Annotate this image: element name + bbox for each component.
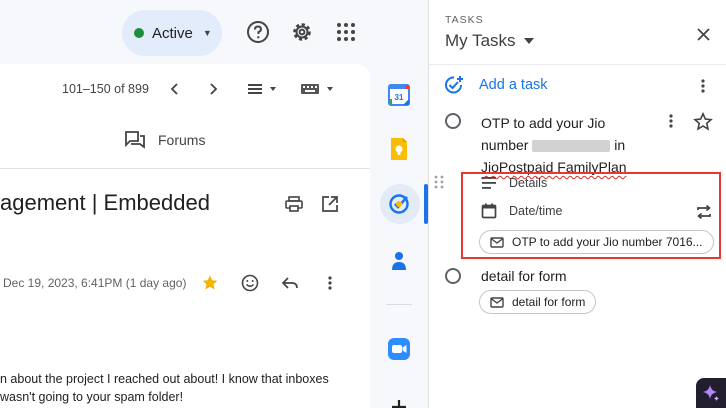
tasks-icon (389, 194, 409, 214)
task-title[interactable]: OTP to add your Jio number in JioPostpai… (481, 112, 659, 178)
more-vert-icon (701, 79, 705, 93)
task-title-text: number (481, 137, 529, 153)
calendar-day-number: 31 (395, 93, 404, 102)
add-task-icon (445, 76, 463, 94)
star-button[interactable] (199, 272, 221, 294)
keyboard-icon (301, 84, 333, 94)
chevron-right-icon (210, 83, 218, 95)
tasks-section-label: TASKS (445, 14, 484, 26)
get-addons-button[interactable] (386, 394, 412, 408)
next-page-button[interactable] (202, 78, 224, 100)
sparkle-icon (703, 385, 719, 401)
chevron-down-icon: ▼ (202, 28, 212, 38)
apps-launcher-button[interactable] (332, 18, 360, 46)
task-options-button[interactable] (663, 112, 679, 130)
close-icon (696, 27, 710, 41)
zoom-app-button[interactable] (386, 336, 412, 362)
input-tools-button[interactable] (298, 78, 338, 100)
task-list-name: My Tasks (445, 31, 516, 50)
support-button[interactable] (244, 18, 272, 46)
more-vert-icon (328, 276, 332, 290)
tasks-app-button[interactable] (386, 191, 412, 217)
task-email-link-chip[interactable]: detail for form (479, 290, 597, 314)
highlight-annotation-box (461, 172, 721, 259)
star-filled-icon (202, 275, 218, 290)
density-button[interactable] (244, 78, 282, 100)
task-title-line: OTP to add your Jio (481, 115, 606, 131)
redacted-number (532, 140, 611, 153)
emoji-reaction-button[interactable] (239, 272, 261, 294)
more-options-button[interactable] (319, 272, 341, 294)
apps-grid-icon (337, 23, 355, 41)
calendar-icon: 31 (388, 84, 410, 106)
mail-icon (490, 296, 504, 308)
side-apps-divider (386, 304, 412, 305)
tab-forums-label: Forums (158, 132, 206, 148)
add-task-button[interactable]: Add a task (443, 74, 548, 96)
task-email-link-label: detail for form (512, 295, 586, 309)
help-icon (247, 21, 269, 43)
keep-app-button[interactable] (386, 136, 412, 162)
contacts-icon (392, 252, 406, 270)
task-title-line-2: number in (481, 134, 659, 156)
pager-text: 101–150 of 899 (62, 82, 149, 96)
status-label: Active (152, 24, 193, 42)
print-icon (285, 196, 303, 212)
star-outline-icon (693, 111, 713, 131)
email-body-line: wasn't going to your spam folder! (0, 390, 184, 404)
zoom-icon (388, 338, 410, 360)
email-body: n about the project I reached out about!… (0, 370, 370, 406)
reply-button[interactable] (279, 272, 301, 294)
prev-page-button[interactable] (164, 78, 186, 100)
tasks-header-divider (429, 64, 726, 65)
gemini-button[interactable] (696, 378, 726, 408)
calendar-app-button[interactable]: 31 (386, 82, 412, 108)
settings-button[interactable] (288, 18, 316, 46)
list-options-button[interactable] (695, 76, 711, 96)
message-card: 101–150 of 899 Forums agement | Embedded… (0, 64, 370, 408)
task-title[interactable]: detail for form (481, 268, 567, 284)
open-in-new-icon (322, 196, 338, 212)
side-panel-apps: 31 (370, 0, 428, 408)
forum-icon (125, 131, 145, 149)
keep-icon (391, 138, 407, 160)
email-date: Dec 19, 2023, 6:41PM (1 day ago) (3, 276, 187, 290)
caret-down-icon (523, 38, 534, 44)
tab-forums[interactable]: Forums (124, 130, 205, 150)
tabs-divider (0, 168, 370, 169)
task-complete-checkbox[interactable] (445, 268, 461, 284)
contacts-app-button[interactable] (386, 248, 412, 274)
task-complete-checkbox[interactable] (445, 113, 461, 129)
print-button[interactable] (284, 194, 304, 214)
drag-handle-icon[interactable] (433, 175, 445, 189)
top-bar: Active ▼ P (0, 0, 426, 64)
star-task-button[interactable] (693, 111, 713, 132)
close-tasks-button[interactable] (691, 22, 715, 46)
more-vert-icon (669, 114, 673, 128)
task-list-selector[interactable]: My Tasks (445, 31, 534, 51)
gear-icon (293, 23, 311, 41)
status-selector[interactable]: Active ▼ (122, 10, 222, 56)
email-subject: agement | Embedded (0, 190, 210, 215)
add-task-label: Add a task (479, 77, 548, 93)
chevron-left-icon (170, 83, 178, 95)
emoji-icon (241, 274, 259, 292)
open-new-window-button[interactable] (320, 194, 340, 214)
status-dot-icon (134, 28, 144, 38)
density-icon (248, 84, 276, 94)
reply-icon (281, 277, 298, 289)
email-body-line: n about the project I reached out about!… (0, 372, 329, 386)
task-title-text: in (614, 137, 626, 153)
plus-icon (392, 400, 406, 408)
